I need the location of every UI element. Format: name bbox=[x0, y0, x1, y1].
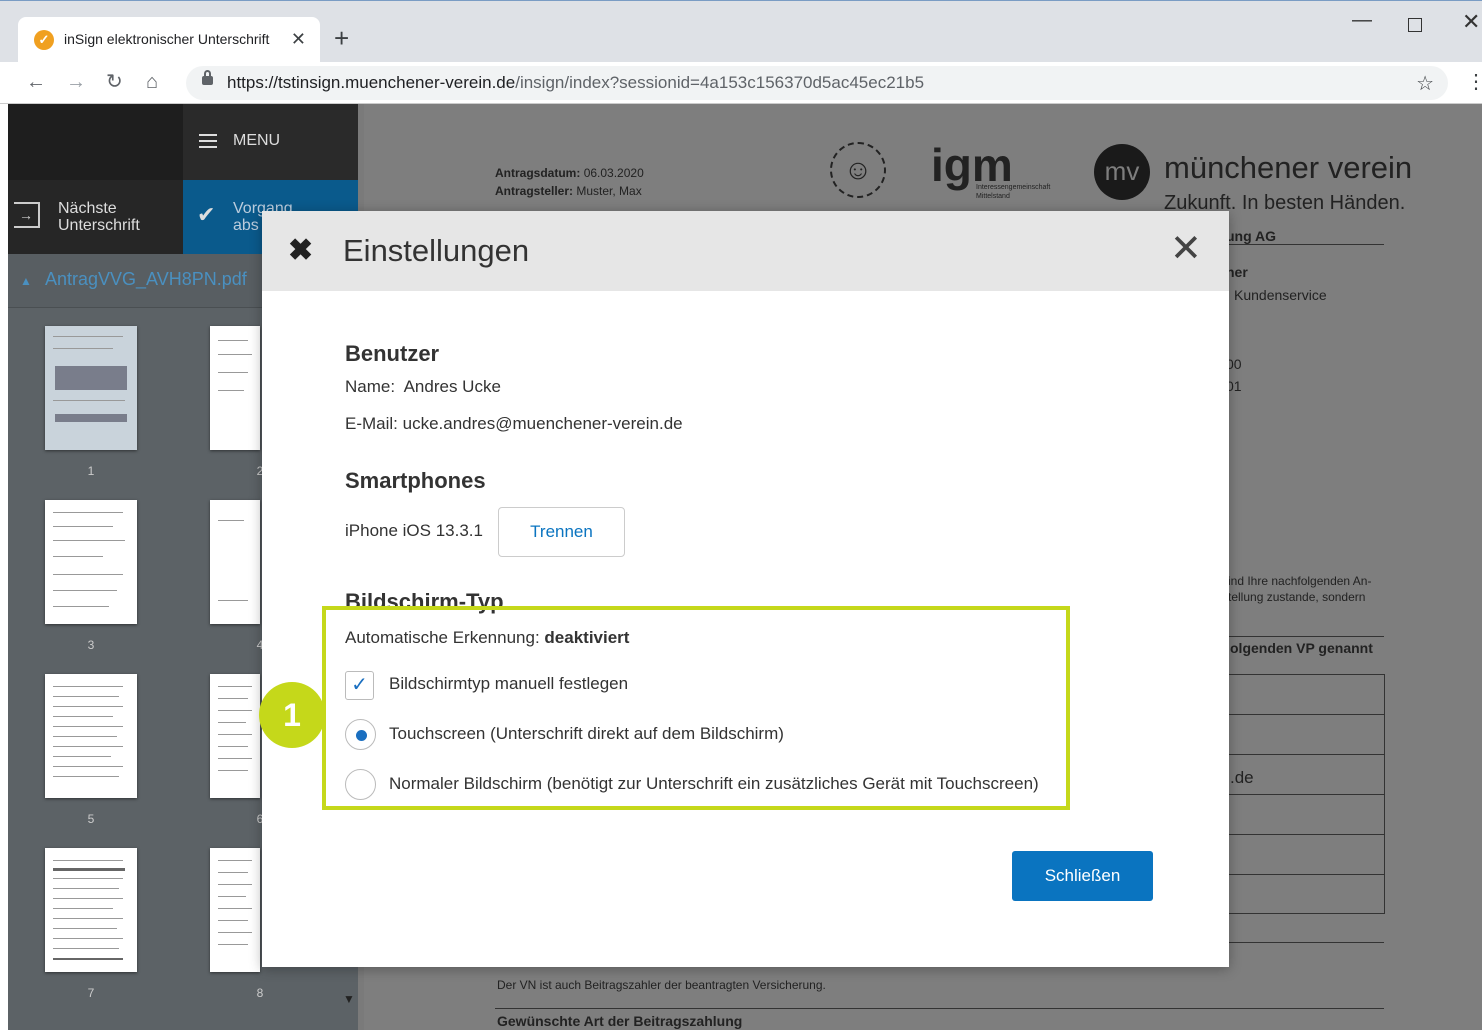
dialog-header: ✖ Einstellungen ✕ bbox=[262, 211, 1229, 291]
doc-fragment-9: .de bbox=[1230, 768, 1254, 787]
new-tab-button[interactable]: + bbox=[334, 23, 349, 53]
forward-icon[interactable]: → bbox=[66, 70, 86, 94]
back-icon[interactable]: ← bbox=[26, 70, 46, 94]
reload-icon[interactable]: ↻ bbox=[106, 70, 123, 94]
doc-fragment-6: ind Ihre nachfolgenden An- bbox=[1228, 574, 1372, 588]
page-thumbnail-4[interactable] bbox=[210, 500, 260, 624]
page-thumbnail-7[interactable] bbox=[45, 848, 137, 972]
address-bar: ← → ↻ ⌂ https://tstinsign.muenchener-ver… bbox=[0, 62, 1482, 104]
annotation-badge: 1 bbox=[259, 682, 325, 748]
doc-fragment-3: Kundenservice bbox=[1234, 287, 1327, 303]
doc-fragment-2: ner bbox=[1226, 264, 1248, 280]
versorgungswerk-logo-icon: ☺ bbox=[830, 142, 886, 198]
file-name: AntragVVG_AVH8PN.pdf bbox=[45, 269, 247, 289]
hamburger-icon bbox=[199, 134, 217, 148]
scroll-down-arrow-icon[interactable]: ▼ bbox=[343, 992, 355, 1006]
next-signature-label: Nächste Unterschrift bbox=[58, 200, 140, 234]
maximize-button[interactable] bbox=[1408, 18, 1422, 32]
benutzer-heading: Benutzer bbox=[345, 341, 440, 366]
antragsteller: Antragsteller: Muster, Max bbox=[495, 184, 642, 198]
page-number-5: 5 bbox=[87, 812, 95, 826]
next-signature-icon: → bbox=[14, 202, 40, 228]
tools-icon: ✖ bbox=[288, 234, 314, 267]
mv-logo-name: münchener verein bbox=[1164, 150, 1413, 185]
disconnect-button[interactable]: Trennen bbox=[498, 507, 625, 557]
page-number-7: 7 bbox=[87, 986, 95, 1000]
menu-label: MENU bbox=[233, 132, 281, 149]
dialog-title: Einstellungen bbox=[343, 233, 530, 268]
page-thumbnail-6[interactable] bbox=[210, 674, 260, 798]
page-number-8: 8 bbox=[256, 986, 264, 1000]
annotation-highlight bbox=[322, 606, 1070, 810]
window-close-button[interactable]: ✕ bbox=[1462, 9, 1480, 35]
browser-tab[interactable]: ✓ inSign elektronischer Unterschrift ✕ bbox=[18, 17, 320, 63]
browser-menu-icon[interactable]: ⋮ bbox=[1466, 70, 1482, 94]
check-icon: ✔ bbox=[197, 202, 216, 227]
smartphones-heading: Smartphones bbox=[345, 468, 486, 493]
tab-title: inSign elektronischer Unterschrift bbox=[64, 31, 270, 47]
page-thumbnail-3[interactable] bbox=[45, 500, 137, 624]
menu-bar: MENU bbox=[8, 104, 358, 180]
igm-subtitle-2: Mittelstand bbox=[976, 193, 1010, 200]
antragsdatum: Antragsdatum: 06.03.2020 bbox=[495, 166, 644, 180]
next-signature-button[interactable]: → Nächste Unterschrift bbox=[8, 180, 183, 254]
menu-button[interactable]: MENU bbox=[183, 104, 358, 180]
doc-fragment-7: tellung zustande, sondern bbox=[1228, 590, 1366, 604]
url-field[interactable]: https://tstinsign.muenchener-verein.de/i… bbox=[186, 66, 1448, 100]
minimize-button[interactable]: — bbox=[1352, 9, 1372, 32]
doc-bottom-text-2: Gewünschte Art der Beitragszahlung bbox=[497, 1013, 743, 1029]
page-number-1: 1 bbox=[87, 464, 95, 478]
url-text: https://tstinsign.muenchener-verein.de/i… bbox=[227, 73, 925, 92]
page-thumbnail-2[interactable] bbox=[210, 326, 260, 450]
page-number-3: 3 bbox=[87, 638, 95, 652]
page-thumbnail-1[interactable] bbox=[45, 326, 137, 450]
bookmark-star-icon[interactable]: ☆ bbox=[1416, 71, 1434, 96]
lock-icon bbox=[202, 70, 213, 85]
browser-tab-bar: ✓ inSign elektronischer Unterschrift ✕ +… bbox=[0, 0, 1482, 63]
user-name: Name: Andres Ucke bbox=[345, 377, 501, 396]
doc-fragment-1: ung AG bbox=[1226, 228, 1277, 244]
igm-subtitle-1: Interessengemeinschaft bbox=[976, 184, 1051, 191]
page-thumbnail-8[interactable] bbox=[210, 848, 260, 972]
collapse-triangle-icon[interactable]: ▲ bbox=[20, 274, 32, 288]
doc-fragment-8: olgenden VP genannt bbox=[1230, 640, 1373, 656]
user-email: E-Mail: ucke.andres@muenchener-verein.de bbox=[345, 414, 683, 433]
dialog-close-icon[interactable]: ✕ bbox=[1170, 229, 1202, 269]
tab-close-icon[interactable]: ✕ bbox=[291, 28, 306, 50]
mv-logo-badge: mv bbox=[1094, 144, 1150, 200]
close-button[interactable]: Schließen bbox=[1012, 851, 1153, 901]
insign-favicon-icon: ✓ bbox=[34, 30, 54, 50]
settings-dialog: ✖ Einstellungen ✕ Benutzer Name: Andres … bbox=[262, 211, 1229, 967]
home-icon[interactable]: ⌂ bbox=[146, 70, 158, 94]
device-name: iPhone iOS 13.3.1 bbox=[345, 521, 483, 540]
page-thumbnail-5[interactable] bbox=[45, 674, 137, 798]
doc-bottom-text-1: Der VN ist auch Beitragszahler der beant… bbox=[497, 978, 826, 992]
